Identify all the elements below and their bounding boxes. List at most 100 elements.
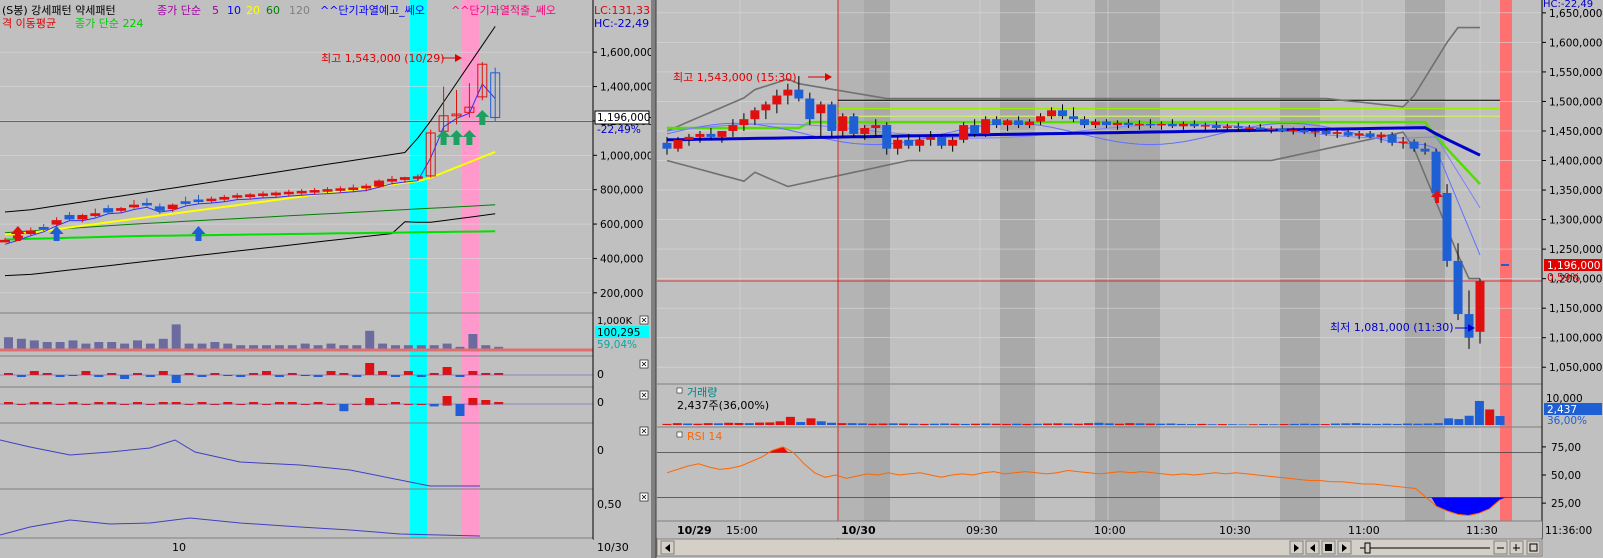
volume-bar <box>816 421 826 425</box>
x-end-time: 11:36:00 <box>1545 525 1592 537</box>
volume-bar <box>1361 423 1371 425</box>
volume-bar <box>1248 424 1258 425</box>
volume-bar <box>940 423 950 425</box>
volume-bar <box>1300 423 1310 425</box>
volume-bar <box>796 422 806 425</box>
volume-bar <box>1186 424 1196 425</box>
candle-body <box>193 199 204 202</box>
y-tick-label: 1,550,000 <box>1549 67 1602 79</box>
candle-body <box>1156 123 1166 126</box>
volume-bar <box>1474 400 1484 425</box>
volume-bar <box>1433 423 1443 425</box>
volume-bar <box>1114 423 1124 425</box>
y-tick-label: 200,000 <box>600 288 643 300</box>
candle-body <box>1123 122 1133 126</box>
candle-body <box>1211 125 1221 129</box>
candle-body <box>1310 130 1320 133</box>
volume-bar <box>1001 423 1011 425</box>
volume-bar <box>1166 423 1176 425</box>
osc1-bar <box>171 375 181 383</box>
candle-body <box>761 104 771 111</box>
candle-body <box>1178 123 1188 127</box>
candle-body <box>959 125 969 140</box>
candle-body <box>25 230 36 235</box>
osc1-bar <box>158 371 168 375</box>
signal-band-red <box>1500 0 1512 538</box>
candle-body <box>1112 122 1122 126</box>
x-time-label: 09:30 <box>966 524 998 537</box>
reset-button[interactable] <box>1526 540 1541 555</box>
candle-body <box>904 139 914 146</box>
volume-bar <box>1063 423 1073 425</box>
volume-bar <box>1238 424 1248 425</box>
volume-bar <box>1104 423 1114 425</box>
candle <box>1442 184 1452 267</box>
volume-bar <box>365 330 375 350</box>
legend-ma5: 5 <box>212 4 219 17</box>
rsi-tick-label: 50,00 <box>1551 470 1581 482</box>
volume-bar <box>1341 423 1351 425</box>
left-vol-pct: 59,04% <box>597 339 637 351</box>
candle-body <box>728 125 738 131</box>
y-tick-label: 1,050,000 <box>1549 362 1602 374</box>
candle-body <box>1069 116 1078 120</box>
volume-bar <box>1145 423 1155 425</box>
osc2-bar <box>455 404 465 416</box>
candle-body <box>387 178 397 182</box>
candle-body <box>1222 126 1232 129</box>
candle-body <box>1409 141 1419 149</box>
sub4-value: 0,50 <box>597 498 622 511</box>
volume-bar <box>1351 423 1361 425</box>
panel-splitter[interactable] <box>651 0 656 558</box>
candle-body <box>180 201 191 204</box>
volume-bar <box>734 422 744 425</box>
vol-legend-box <box>676 387 683 394</box>
candle-body <box>783 89 793 96</box>
volume-bar <box>1402 423 1412 425</box>
volume-bar <box>662 423 672 425</box>
y-tick-label: 1,300,000 <box>1549 215 1602 227</box>
candle-body <box>335 188 346 191</box>
candle-body <box>805 98 815 120</box>
volume-bar <box>1289 423 1299 425</box>
volume-bar <box>1279 424 1289 425</box>
osc2-bar <box>339 404 349 412</box>
volume-bar <box>775 421 785 425</box>
volume-bar <box>1125 423 1135 425</box>
volume-bar <box>827 422 837 425</box>
volume-bar <box>1197 423 1207 425</box>
osc1-bar <box>365 363 375 375</box>
candle-body <box>309 190 320 193</box>
candle <box>981 116 991 137</box>
volume-bar <box>971 423 981 425</box>
candle-body <box>750 110 760 120</box>
candle-body <box>1200 125 1210 127</box>
volume-bar <box>1084 423 1094 425</box>
candle-body <box>374 180 385 187</box>
y-tick-label: 400,000 <box>600 253 643 265</box>
vol-title: 거래량 <box>687 386 717 399</box>
volume-bar <box>1032 423 1042 425</box>
candle-body <box>0 239 10 243</box>
y-tick-label: 800,000 <box>600 185 643 197</box>
volume-bar <box>960 423 970 425</box>
legend-ma20: 20 <box>246 4 260 17</box>
volume-bar <box>755 422 765 425</box>
candle-body <box>937 136 947 146</box>
candle-body <box>399 177 410 180</box>
candle-body <box>1134 123 1144 126</box>
volume-bar <box>1495 415 1505 425</box>
left-price-pct: -22,49% <box>597 124 641 136</box>
volume-bar <box>899 423 909 425</box>
candle-body <box>206 198 217 202</box>
y-tick-label: 1,100,000 <box>1549 333 1602 345</box>
candle-body <box>1244 127 1254 129</box>
zoom-slider-thumb[interactable] <box>1364 542 1371 554</box>
candle-body <box>992 119 1002 126</box>
osc1-bar <box>326 371 336 375</box>
volume-bar <box>1228 424 1238 425</box>
candle-body <box>1255 127 1265 130</box>
volume-bar <box>1207 424 1217 425</box>
shade-band <box>1000 0 1035 521</box>
candle-body <box>1475 281 1485 332</box>
